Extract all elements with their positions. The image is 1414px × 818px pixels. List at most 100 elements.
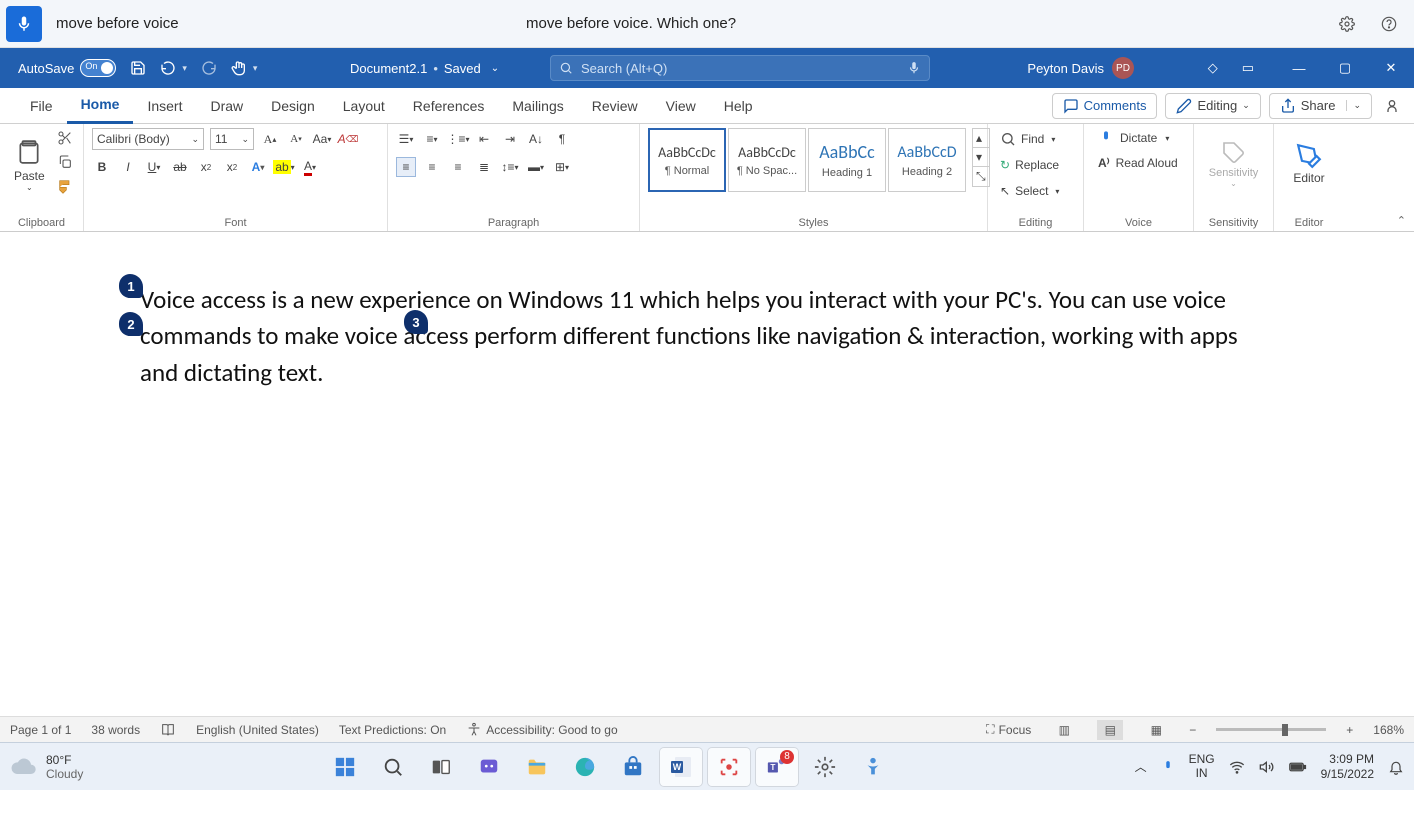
battery-icon[interactable] [1289, 760, 1307, 774]
zoom-level[interactable]: 168% [1373, 723, 1404, 737]
dictate-button[interactable]: Dictate▾ [1092, 128, 1184, 148]
settings-button[interactable] [804, 748, 846, 786]
weather-widget[interactable]: 80°F Cloudy [10, 753, 83, 781]
task-view-button[interactable] [420, 748, 462, 786]
grow-font-button[interactable]: A▴ [260, 129, 280, 149]
word-app-button[interactable]: W [660, 748, 702, 786]
underline-button[interactable]: U▾ [144, 157, 164, 177]
change-case-button[interactable]: Aa▾ [312, 129, 332, 149]
document-title[interactable]: Document2.1 • Saved ⌄ [350, 61, 499, 76]
disambiguation-badge-3[interactable]: 3 [404, 310, 428, 334]
italic-button[interactable]: I [118, 157, 138, 177]
minimize-button[interactable]: — [1276, 48, 1322, 88]
cut-button[interactable] [55, 128, 75, 148]
wifi-icon[interactable] [1229, 759, 1245, 775]
snipping-tool-button[interactable] [708, 748, 750, 786]
tab-layout[interactable]: Layout [329, 88, 399, 124]
tray-mic-icon[interactable] [1161, 760, 1175, 774]
page-indicator[interactable]: Page 1 of 1 [10, 723, 71, 737]
premium-diamond-icon[interactable]: ◇ [1208, 60, 1218, 76]
zoom-slider[interactable] [1216, 728, 1326, 731]
style-heading-2[interactable]: AaBbCcD Heading 2 [888, 128, 966, 192]
volume-icon[interactable] [1259, 759, 1275, 775]
save-button[interactable] [130, 60, 146, 76]
text-predictions-indicator[interactable]: Text Predictions: On [339, 723, 446, 737]
start-button[interactable] [324, 748, 366, 786]
bold-button[interactable]: B [92, 157, 112, 177]
multilevel-list-button[interactable]: ⋮≡▾ [448, 129, 468, 149]
align-center-button[interactable]: ≡ [422, 157, 442, 177]
close-button[interactable]: ✕ [1368, 48, 1414, 88]
language-button[interactable]: ENG IN [1189, 753, 1215, 779]
voice-help-button[interactable] [1372, 7, 1406, 41]
clock-button[interactable]: 3:09 PM 9/15/2022 [1321, 752, 1374, 781]
line-spacing-button[interactable]: ↕≡▾ [500, 157, 520, 177]
chat-button[interactable] [468, 748, 510, 786]
search-input[interactable]: Search (Alt+Q) [550, 55, 930, 81]
voice-settings-button[interactable] [1330, 7, 1364, 41]
replace-button[interactable]: ↻Replace [996, 154, 1063, 176]
format-painter-button[interactable] [55, 176, 75, 196]
justify-button[interactable]: ≣ [474, 157, 494, 177]
tab-draw[interactable]: Draw [196, 88, 257, 124]
document-canvas[interactable]: 1 2 3 Voice access is a new experience o… [0, 232, 1414, 716]
show-marks-button[interactable]: ¶ [552, 129, 572, 149]
autosave-toggle[interactable]: AutoSave On [18, 59, 116, 77]
spellcheck-button[interactable] [160, 722, 176, 738]
tab-view[interactable]: View [652, 88, 710, 124]
print-layout-button[interactable]: ▤ [1097, 720, 1123, 740]
activity-button[interactable] [1380, 94, 1404, 118]
tab-help[interactable]: Help [710, 88, 767, 124]
accessibility-indicator[interactable]: Accessibility: Good to go [466, 722, 617, 738]
teams-button[interactable]: T8 [756, 748, 798, 786]
share-button[interactable]: Share ⌄ [1269, 93, 1372, 119]
edge-button[interactable] [564, 748, 606, 786]
focus-mode-button[interactable]: ⛶Focus [986, 722, 1031, 737]
superscript-button[interactable]: x2 [222, 157, 242, 177]
voice-access-mic-button[interactable] [6, 6, 42, 42]
tab-insert[interactable]: Insert [133, 88, 196, 124]
language-indicator[interactable]: English (United States) [196, 723, 319, 737]
numbering-button[interactable]: ≡▾ [422, 129, 442, 149]
subscript-button[interactable]: x2 [196, 157, 216, 177]
paste-button[interactable]: Paste ⌄ [8, 128, 51, 200]
font-color-button[interactable]: A▾ [300, 157, 320, 177]
tab-design[interactable]: Design [257, 88, 329, 124]
editing-mode-button[interactable]: Editing ⌄ [1165, 93, 1260, 119]
read-mode-button[interactable]: ▥ [1051, 720, 1077, 740]
collapse-ribbon-button[interactable]: ⌃ [1397, 214, 1406, 227]
borders-button[interactable]: ⊞▾ [552, 157, 572, 177]
disambiguation-badge-2[interactable]: 2 [119, 312, 143, 336]
comments-button[interactable]: Comments [1052, 93, 1158, 119]
disambiguation-badge-1[interactable]: 1 [119, 274, 143, 298]
window-mode-icon[interactable]: ▭ [1242, 60, 1254, 76]
touch-mode-button[interactable] [231, 60, 258, 76]
web-layout-button[interactable]: ▦ [1143, 720, 1169, 740]
tab-references[interactable]: References [399, 88, 499, 124]
undo-button[interactable] [160, 60, 187, 76]
tab-file[interactable]: File [16, 88, 67, 124]
select-button[interactable]: ↖Select▾ [996, 180, 1063, 202]
document-paragraph[interactable]: Voice access is a new experience on Wind… [140, 282, 1274, 391]
style-normal[interactable]: AaBbCcDc ¶ Normal [648, 128, 726, 192]
search-mic-icon[interactable] [907, 61, 921, 75]
tab-home[interactable]: Home [67, 88, 134, 124]
zoom-in-button[interactable]: + [1346, 723, 1353, 737]
strikethrough-button[interactable]: ab [170, 157, 190, 177]
style-heading-1[interactable]: AaBbCc Heading 1 [808, 128, 886, 192]
copy-button[interactable] [55, 152, 75, 172]
highlight-button[interactable]: ab▾ [274, 157, 294, 177]
word-count[interactable]: 38 words [91, 723, 140, 737]
read-aloud-button[interactable]: A⁾Read Aloud [1092, 154, 1184, 172]
find-button[interactable]: Find▾ [996, 128, 1063, 150]
text-effects-button[interactable]: A▾ [248, 157, 268, 177]
font-size-combo[interactable]: 11⌄ [210, 128, 254, 150]
style-no-spacing[interactable]: AaBbCcDc ¶ No Spac... [728, 128, 806, 192]
search-button[interactable] [372, 748, 414, 786]
align-left-button[interactable]: ≡ [396, 157, 416, 177]
increase-indent-button[interactable]: ⇥ [500, 129, 520, 149]
styles-gallery-scroll[interactable]: ▴ ▾ ⤡ [972, 128, 990, 187]
clear-formatting-button[interactable]: A⌫ [338, 129, 358, 149]
shrink-font-button[interactable]: A▾ [286, 129, 306, 149]
shading-button[interactable]: ▬▾ [526, 157, 546, 177]
